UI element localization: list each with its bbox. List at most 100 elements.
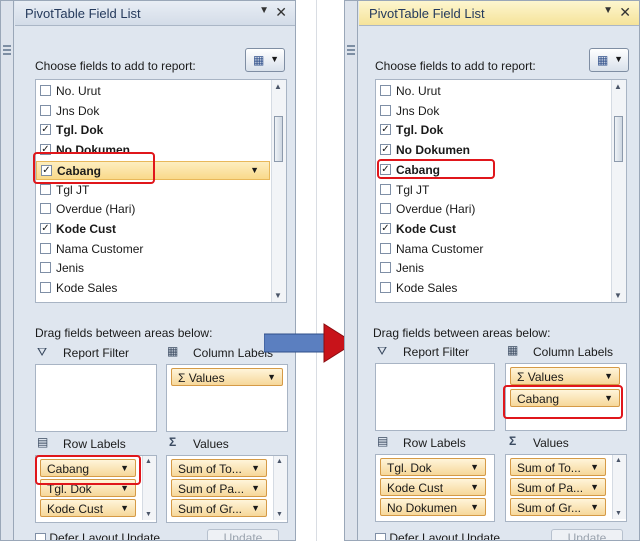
scrollbar[interactable]: ▲ ▼: [273, 456, 287, 520]
field-item-kode-cust[interactable]: ✓ Kode Cust: [376, 220, 610, 239]
field-item-tgl-jt[interactable]: Tgl JT: [376, 181, 610, 200]
field-item-jenis[interactable]: Jenis: [376, 259, 610, 278]
field-checkbox[interactable]: [380, 282, 391, 293]
field-checkbox[interactable]: [380, 183, 391, 195]
scroll-thumb[interactable]: [614, 116, 623, 162]
defer-layout-update-checkbox[interactable]: Defer Layout Update: [35, 531, 160, 540]
field-label: No Dokumen: [396, 143, 471, 158]
field-item-nama-customer[interactable]: Nama Customer: [36, 240, 270, 259]
field-checkbox[interactable]: [380, 203, 391, 215]
field-checkbox[interactable]: [380, 242, 391, 254]
values-label: Values: [533, 436, 569, 450]
scrollbar[interactable]: ▲ ▼: [142, 456, 156, 520]
field-item-overdue-hari[interactable]: Overdue (Hari): [376, 200, 610, 219]
values-area[interactable]: Sum of To... ▼ Sum of Pa... ▼ Sum of Gr...…: [166, 455, 288, 523]
field-item-kode-sales[interactable]: Kode Sales: [36, 279, 270, 298]
field-label: Kode Cust: [396, 221, 456, 236]
field-label: No. Urut: [396, 84, 441, 98]
field-item-no-urut[interactable]: No. Urut: [376, 82, 610, 101]
scroll-down-icon[interactable]: ▼: [614, 291, 622, 300]
value-chip[interactable]: Sum of To... ▼: [171, 459, 267, 477]
field-checkbox[interactable]: ✓: [40, 124, 51, 136]
field-checkbox[interactable]: [40, 242, 51, 254]
row-labels-label: Row Labels: [63, 437, 126, 451]
field-checkbox[interactable]: [380, 85, 391, 96]
row-chip[interactable]: Kode Cust ▼: [40, 499, 136, 517]
field-checkbox[interactable]: ✓: [380, 222, 391, 234]
defer-layout-update-checkbox[interactable]: Defer Layout Update: [375, 531, 500, 540]
chevron-down-icon: ▼: [470, 502, 479, 512]
column-labels-label: Column Labels: [193, 346, 274, 360]
scroll-up-icon[interactable]: ▲: [614, 82, 622, 91]
field-item-tgl-dok[interactable]: ✓ Tgl. Dok: [36, 121, 270, 140]
chevron-down-icon: ▼: [590, 482, 599, 492]
field-label: Kode Sales: [396, 281, 458, 295]
scroll-down-icon[interactable]: ▼: [274, 291, 282, 300]
field-label: Jns Dok: [56, 103, 100, 118]
value-chip[interactable]: Sum of Pa... ▼: [510, 478, 606, 496]
field-checkbox[interactable]: [380, 262, 391, 274]
chevron-down-icon: ▼: [590, 502, 599, 512]
values-area[interactable]: Sum of To... ▼ Sum of Pa... ▼ Sum of Gr...…: [505, 454, 627, 522]
row-chip[interactable]: Tgl. Dok ▼: [380, 458, 486, 476]
layout-options-button[interactable]: ▦ ▼: [589, 48, 629, 72]
field-checkbox[interactable]: [380, 104, 391, 116]
value-chip[interactable]: Sum of Gr... ▼: [171, 499, 267, 517]
field-list-scrollbar[interactable]: ▲ ▼: [271, 80, 286, 302]
field-checkbox[interactable]: [40, 203, 51, 215]
value-chip[interactable]: Sum of To... ▼: [510, 458, 606, 476]
update-button[interactable]: Update: [207, 529, 279, 540]
layout-icon: ▦: [597, 53, 609, 67]
pivot-field-list-panel-right: PivotTable Field List ▼ ✕ ▦ ▼ Choose fie…: [344, 0, 640, 541]
field-checkbox[interactable]: ✓: [40, 222, 51, 234]
arrow-right-icon: [264, 323, 355, 363]
field-item-tgl-dok[interactable]: ✓ Tgl. Dok: [376, 121, 610, 140]
update-button[interactable]: Update: [551, 529, 623, 540]
field-list-scrollbar[interactable]: ▲ ▼: [611, 80, 626, 302]
field-checkbox[interactable]: ✓: [380, 144, 391, 156]
chevron-down-icon[interactable]: ▼: [259, 5, 269, 16]
field-item-no-urut[interactable]: No. Urut: [36, 82, 270, 101]
sheet-row-header: [345, 1, 358, 540]
scrollbar[interactable]: ▲ ▼: [612, 455, 626, 519]
field-checkbox[interactable]: [40, 262, 51, 274]
layout-options-button[interactable]: ▦ ▼: [245, 48, 285, 72]
spreadsheet-grid-left: [296, 0, 344, 541]
field-item-kode-cust[interactable]: ✓ Kode Cust: [36, 220, 270, 239]
field-checkbox[interactable]: ✓: [380, 124, 391, 136]
values-chip[interactable]: Σ Values ▼: [171, 368, 283, 386]
chevron-down-icon[interactable]: ▼: [250, 165, 259, 175]
field-checkbox[interactable]: [40, 104, 51, 116]
field-checkbox[interactable]: [40, 282, 51, 293]
field-item-jns-dok[interactable]: Jns Dok: [376, 102, 610, 121]
report-filter-area[interactable]: [375, 363, 495, 431]
values-chip[interactable]: Σ Values ▼: [510, 367, 620, 385]
value-chip[interactable]: Sum of Gr... ▼: [510, 498, 606, 516]
chevron-down-icon: ▼: [251, 503, 260, 513]
row-labels-area[interactable]: Tgl. Dok ▼ Kode Cust ▼ No Dokumen ▼: [375, 454, 495, 522]
column-labels-area[interactable]: Σ Values ▼: [166, 364, 288, 432]
report-filter-area[interactable]: [35, 364, 157, 432]
pivot-field-list-panel-left: PivotTable Field List ▼ ✕ ▦ ▼ Choose fie…: [0, 0, 296, 541]
value-chip[interactable]: Sum of Pa... ▼: [171, 479, 267, 497]
drag-fields-label: Drag fields between areas below:: [373, 326, 551, 340]
field-checkbox[interactable]: [40, 183, 51, 195]
scroll-up-icon[interactable]: ▲: [274, 82, 282, 91]
report-filter-label: Report Filter: [63, 346, 130, 360]
field-item-no-dokumen[interactable]: ✓ No Dokumen: [376, 141, 610, 160]
field-item-overdue-hari[interactable]: Overdue (Hari): [36, 200, 270, 219]
field-item-jns-dok[interactable]: Jns Dok: [36, 102, 270, 121]
filter-icon: ⛛: [37, 345, 48, 359]
field-item-nama-customer[interactable]: Nama Customer: [376, 240, 610, 259]
field-checkbox[interactable]: [40, 85, 51, 96]
field-label: Nama Customer: [56, 241, 144, 256]
field-item-jenis[interactable]: Jenis: [36, 259, 270, 278]
field-item-kode-sales[interactable]: Kode Sales: [376, 279, 610, 298]
chevron-down-icon: ▼: [590, 462, 599, 472]
close-icon[interactable]: ✕: [275, 4, 287, 21]
close-icon[interactable]: ✕: [619, 4, 631, 21]
row-chip[interactable]: No Dokumen ▼: [380, 498, 486, 516]
row-chip[interactable]: Kode Cust ▼: [380, 478, 486, 496]
chevron-down-icon[interactable]: ▼: [603, 5, 613, 16]
scroll-thumb[interactable]: [274, 116, 283, 162]
